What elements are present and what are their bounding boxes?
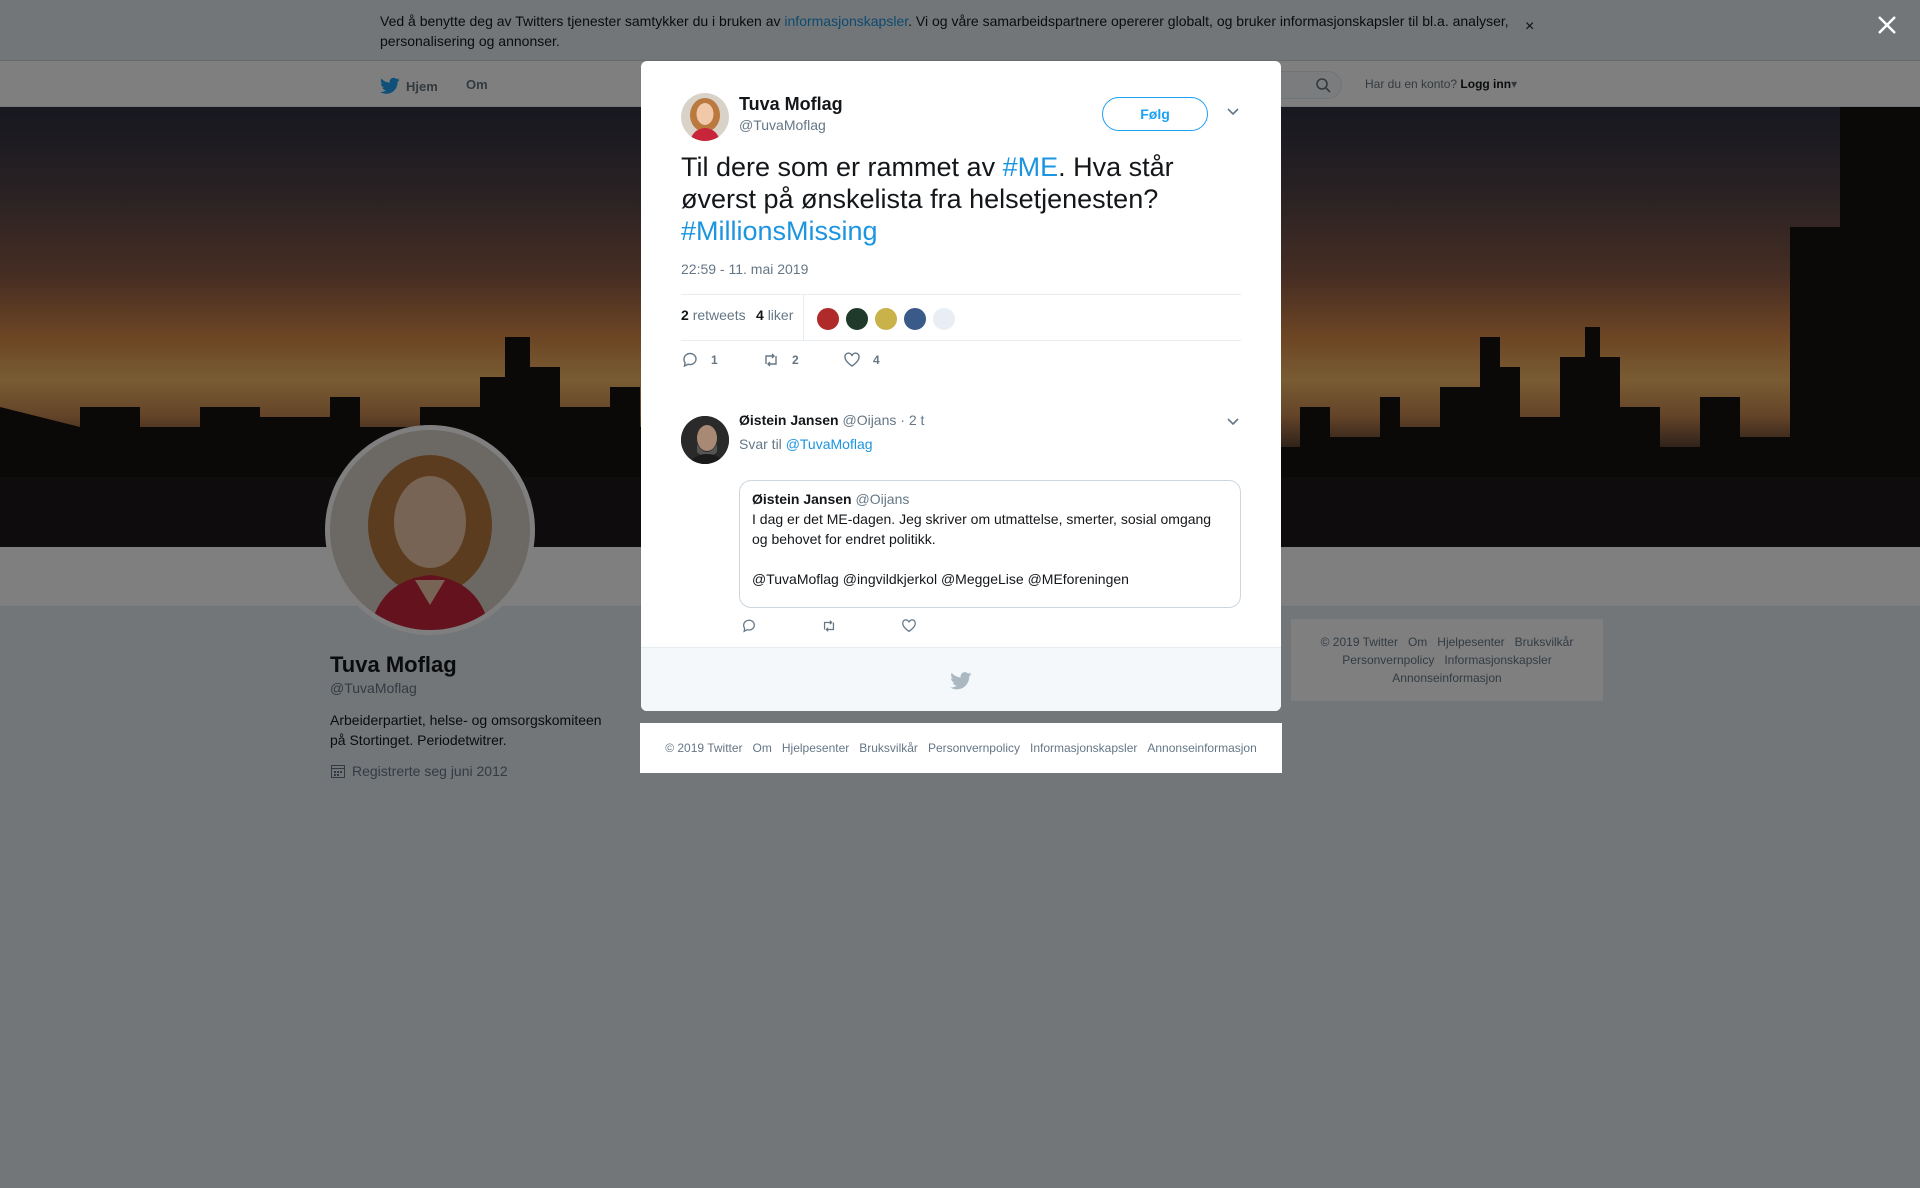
reply-to-line: Svar til @TuvaMoflag: [739, 436, 873, 452]
tweet-text-part: Til dere som er rammet av: [681, 152, 1003, 182]
retweet-icon: [765, 353, 777, 367]
tweet-actions: 1 2 4: [681, 351, 924, 369]
liker-avatar[interactable]: [874, 307, 898, 331]
twitter-bird-icon: [950, 672, 972, 690]
author-handle[interactable]: @TuvaMoflag: [739, 117, 826, 133]
author-name[interactable]: Tuva Moflag: [739, 94, 843, 115]
follow-button[interactable]: Følg: [1102, 97, 1208, 131]
stats-divider: [803, 295, 804, 341]
quoted-tweet[interactable]: Øistein Jansen @Oijans I dag er det ME-d…: [739, 480, 1241, 608]
reply-actions: [741, 618, 981, 634]
reply-author-handle[interactable]: @Oijans: [842, 412, 896, 428]
tweet-stats: 2 retweets 4 liker: [681, 294, 1241, 341]
chevron-down-icon[interactable]: [1226, 415, 1240, 429]
reply-to-label: Svar til: [739, 436, 782, 452]
reply-icon: [683, 352, 697, 368]
reply-author-photo: [681, 416, 729, 464]
retweets-count: 2: [681, 307, 689, 323]
reply-author-name[interactable]: Øistein Jansen: [739, 412, 839, 428]
likes-label: liker: [767, 307, 794, 323]
footer-link[interactable]: Annonseinformasjon: [1147, 741, 1256, 755]
reply-icon[interactable]: [741, 618, 757, 634]
tweet-modal: Tuva Moflag @TuvaMoflag Følg Til dere so…: [641, 61, 1281, 711]
likes-stat[interactable]: 4 liker: [756, 307, 793, 323]
likers-avatars: [816, 307, 961, 331]
like-button[interactable]: 4: [843, 351, 924, 369]
footer-link[interactable]: Personvernpolicy: [928, 741, 1020, 755]
heart-icon: [844, 352, 860, 367]
reply-author-avatar[interactable]: [681, 416, 729, 464]
quote-text: I dag er det ME-dagen. Jeg skriver om ut…: [752, 511, 1212, 587]
hashtag-link[interactable]: #MillionsMissing: [681, 216, 878, 246]
reply-time[interactable]: · 2 t: [900, 412, 924, 428]
retweet-count: 2: [792, 353, 799, 367]
retweet-icon[interactable]: [821, 618, 837, 634]
liker-avatar[interactable]: [932, 307, 956, 331]
heart-icon[interactable]: [901, 618, 917, 634]
liker-avatar[interactable]: [903, 307, 927, 331]
retweet-button[interactable]: 2: [762, 351, 843, 369]
author-photo: [681, 93, 729, 141]
footer-link[interactable]: Om: [753, 741, 772, 755]
reply-to-link[interactable]: @TuvaMoflag: [786, 436, 873, 452]
tweet-text: Til dere som er rammet av #ME. Hva står …: [681, 151, 1241, 247]
author-avatar[interactable]: [681, 93, 729, 141]
likes-count: 4: [756, 307, 764, 323]
modal-bottom-bar: [641, 647, 1281, 711]
quote-author-name: Øistein Jansen: [752, 491, 852, 507]
liker-avatar[interactable]: [816, 307, 840, 331]
quote-header: Øistein Jansen @Oijans: [752, 491, 1228, 507]
reply-header: Øistein Jansen @Oijans · 2 t: [739, 412, 924, 428]
quote-author-handle: @Oijans: [855, 491, 910, 507]
tweet-timestamp[interactable]: 22:59 - 11. mai 2019: [681, 261, 808, 277]
reply-count: 1: [711, 353, 718, 367]
footer-link[interactable]: Informasjonskapsler: [1030, 741, 1137, 755]
reply-button[interactable]: 1: [681, 351, 762, 369]
modal-footer: © 2019 Twitter Om Hjelpesenter Bruksvilkår P…: [640, 723, 1282, 773]
liker-avatar[interactable]: [845, 307, 869, 331]
retweets-label: retweets: [692, 307, 746, 323]
footer-link[interactable]: Hjelpesenter: [782, 741, 849, 755]
retweets-stat[interactable]: 2 retweets: [681, 307, 746, 323]
chevron-down-icon[interactable]: [1226, 105, 1240, 119]
footer-link: © 2019 Twitter: [665, 741, 743, 755]
hashtag-link[interactable]: #ME: [1003, 152, 1059, 182]
like-count: 4: [873, 353, 880, 367]
footer-link[interactable]: Bruksvilkår: [859, 741, 918, 755]
close-icon[interactable]: [1876, 14, 1898, 36]
